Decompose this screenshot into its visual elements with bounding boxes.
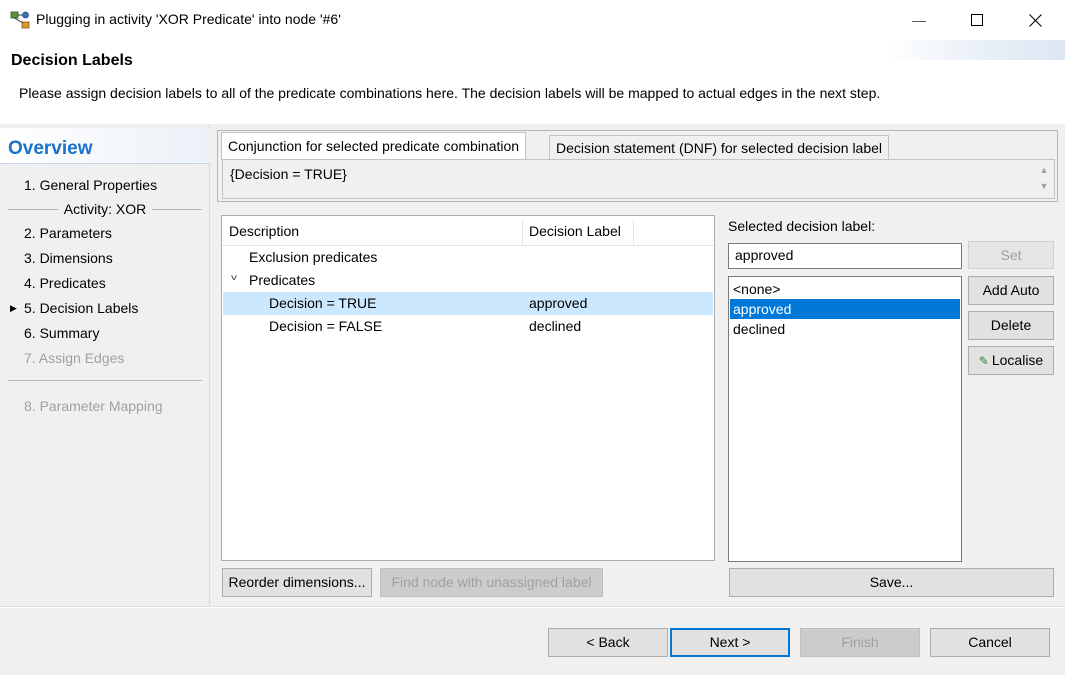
wizard-header: Decision Labels Please assign decision l… (0, 40, 1065, 124)
overview-item-summary[interactable]: 6. Summary (24, 325, 99, 341)
add-auto-button[interactable]: Add Auto (968, 276, 1054, 305)
footer-divider-highlight (0, 607, 1065, 608)
scroll-down-icon[interactable]: ▼ (1036, 178, 1052, 194)
close-window-button[interactable] (1006, 0, 1064, 40)
set-button: Set (968, 241, 1054, 269)
expand-chevron-icon[interactable]: v (231, 272, 237, 282)
current-step-arrow-icon: ▶ (10, 303, 17, 313)
overview-sidebar: Overview 1. General Properties Activity:… (0, 124, 210, 606)
tree-row-decision-label: approved (529, 295, 588, 311)
tree-row-exclusion-predicates[interactable]: Exclusion predicates (223, 246, 713, 269)
localise-button[interactable]: ✎ Localise (968, 346, 1054, 375)
reorder-dimensions-button[interactable]: Reorder dimensions... (222, 568, 372, 597)
overview-item-predicates[interactable]: 4. Predicates (24, 275, 106, 291)
tree-row-predicates[interactable]: v Predicates (223, 269, 713, 292)
list-item-none[interactable]: <none> (730, 279, 960, 299)
selected-decision-label-caption: Selected decision label: (728, 218, 876, 234)
tree-row-decision-false[interactable]: Decision = FALSE declined (223, 315, 713, 338)
tree-row-decision-true[interactable]: Decision = TRUE approved (223, 292, 713, 315)
decision-label-input[interactable]: approved (728, 243, 962, 269)
list-item-approved[interactable]: approved (730, 299, 960, 319)
overview-divider (8, 380, 202, 381)
localise-label: Localise (991, 352, 1044, 368)
overview-activity-group: Activity: XOR (8, 200, 202, 218)
overview-title: Overview (8, 138, 93, 159)
maximize-icon (971, 14, 983, 26)
page-description: Please assign decision labels to all of … (19, 85, 881, 101)
scroll-up-icon[interactable]: ▲ (1036, 162, 1052, 178)
predicate-tab-folder: Decision statement (DNF) for selected de… (217, 130, 1058, 202)
tree-row-decision-label: declined (529, 318, 582, 334)
header-decoration (885, 40, 1065, 60)
overview-item-general-properties[interactable]: 1. General Properties (24, 177, 157, 193)
overview-item-dimensions[interactable]: 3. Dimensions (24, 250, 113, 266)
decision-label-list[interactable]: <none> approved declined (728, 276, 962, 562)
window-titlebar: Plugging in activity 'XOR Predicate' int… (0, 0, 1065, 40)
tree-header: Description Decision Label (222, 216, 714, 246)
tab-content-scrollbar[interactable]: ▲ ▼ (1036, 162, 1052, 196)
overview-item-assign-edges: 7. Assign Edges (24, 350, 125, 366)
maximize-button[interactable] (948, 0, 1006, 40)
minimize-icon: — (912, 12, 926, 28)
minimize-button[interactable]: — (890, 0, 948, 40)
close-icon (1028, 13, 1042, 27)
back-button[interactable]: < Back (548, 628, 668, 657)
conjunction-text: {Decision = TRUE} (230, 166, 347, 182)
column-header-description[interactable]: Description (229, 223, 299, 239)
column-header-decision-label[interactable]: Decision Label (529, 223, 621, 239)
finish-button: Finish (800, 628, 920, 657)
tab-conjunction[interactable]: Conjunction for selected predicate combi… (221, 132, 527, 160)
tree-row-description: Decision = FALSE (269, 318, 383, 334)
localise-icon: ✎ (978, 354, 989, 368)
activity-group-label: Activity: XOR (63, 201, 147, 217)
column-divider[interactable] (522, 220, 523, 246)
column-divider[interactable] (633, 220, 634, 246)
overview-header: Overview (0, 128, 210, 164)
save-button[interactable]: Save... (729, 568, 1054, 597)
window-title: Plugging in activity 'XOR Predicate' int… (36, 11, 341, 27)
tab-decision-statement[interactable]: Decision statement (DNF) for selected de… (549, 135, 890, 159)
next-button[interactable]: Next > (670, 628, 790, 657)
predicate-tree-table[interactable]: Description Decision Label Exclusion pre… (221, 215, 715, 561)
tree-row-description: Decision = TRUE (269, 295, 377, 311)
tab-content-area: {Decision = TRUE} ▲ ▼ (222, 159, 1055, 199)
overview-item-decision-labels[interactable]: 5. Decision Labels (24, 300, 138, 316)
page-title: Decision Labels (11, 52, 133, 69)
tree-row-description: Predicates (249, 272, 316, 288)
delete-button[interactable]: Delete (968, 311, 1054, 340)
overview-item-parameter-mapping: 8. Parameter Mapping (24, 398, 163, 414)
list-item-declined[interactable]: declined (730, 319, 960, 339)
cancel-button[interactable]: Cancel (930, 628, 1050, 657)
workflow-node-icon (10, 11, 30, 29)
overview-item-parameters[interactable]: 2. Parameters (24, 225, 112, 241)
find-unassigned-node-button: Find node with unassigned label (380, 568, 603, 597)
tree-row-description: Exclusion predicates (249, 249, 378, 265)
